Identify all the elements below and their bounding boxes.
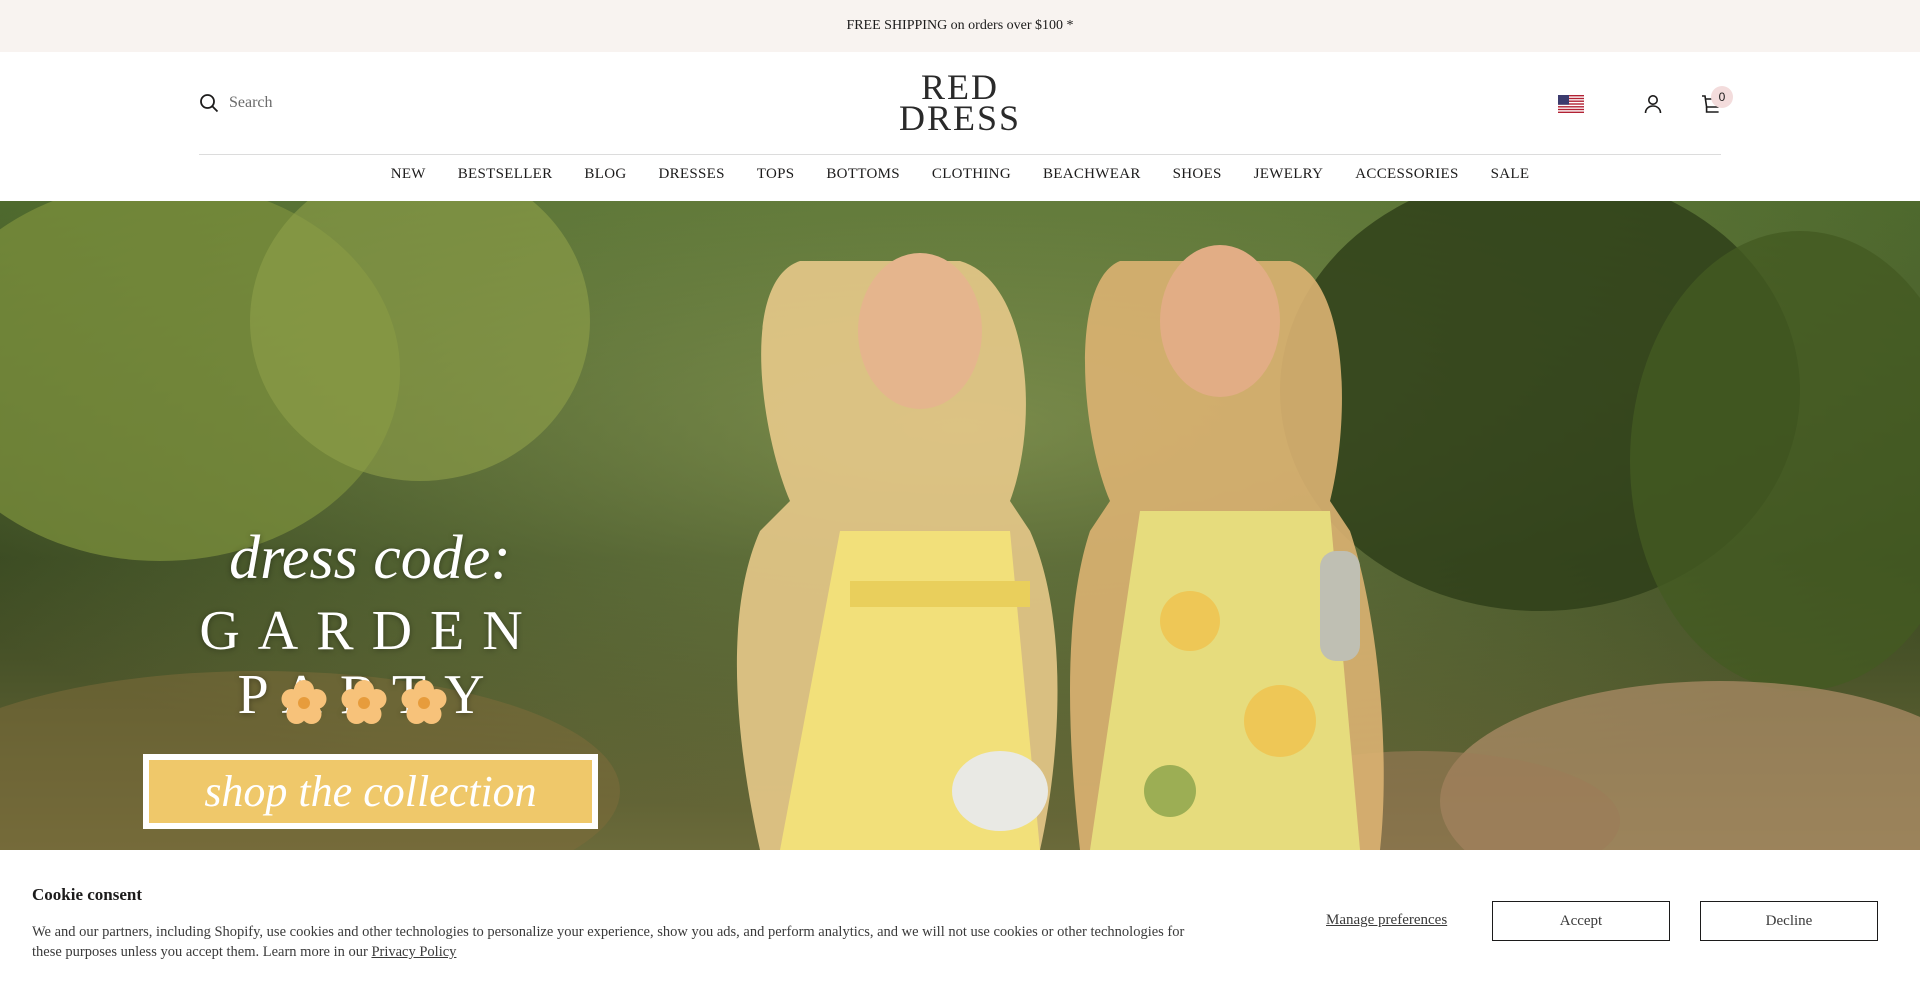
search-icon (200, 94, 219, 113)
decline-button[interactable]: Decline (1700, 901, 1878, 941)
announcement-bar: FREE SHIPPING on orders over $100 * (0, 0, 1920, 52)
flower-icon (341, 680, 387, 724)
account-button[interactable] (1643, 90, 1663, 118)
site-logo[interactable]: RED DRESS (880, 69, 1040, 138)
main-nav: NEW BESTSELLER BLOG DRESSES TOPS BOTTOMS… (0, 166, 1920, 190)
nav-item-bestseller[interactable]: BESTSELLER (458, 166, 553, 190)
cookie-consent-banner: Cookie consent We and our partners, incl… (0, 850, 1920, 993)
us-flag-icon (1558, 95, 1584, 113)
nav-item-new[interactable]: NEW (391, 166, 426, 190)
cookie-body: We and our partners, including Shopify, … (32, 922, 1212, 962)
nav-item-beachwear[interactable]: BEACHWEAR (1043, 166, 1141, 190)
header-divider (199, 154, 1721, 155)
search-trigger[interactable]: Search (199, 91, 273, 115)
nav-item-clothing[interactable]: CLOTHING (932, 166, 1011, 190)
cart-count-badge: 0 (1711, 86, 1733, 108)
hero-banner[interactable]: dress code: GARDEN PARTY shop the collec… (0, 201, 1920, 850)
account-icon (1644, 95, 1662, 114)
nav-item-blog[interactable]: BLOG (584, 166, 626, 190)
nav-item-accessories[interactable]: ACCESSORIES (1355, 166, 1458, 190)
search-label: Search (229, 94, 273, 111)
hero-script-text: dress code: (229, 524, 511, 592)
nav-item-dresses[interactable]: DRESSES (658, 166, 724, 190)
cookie-title: Cookie consent (32, 885, 143, 904)
site-header: Search RED DRESS 0 NEW BESTSELLER BLOG D… (0, 52, 1920, 201)
privacy-policy-link[interactable]: Privacy Policy (371, 944, 456, 960)
flower-icon (281, 680, 327, 724)
nav-item-shoes[interactable]: SHOES (1173, 166, 1222, 190)
manage-preferences-link[interactable]: Manage preferences (1326, 912, 1447, 929)
accept-button[interactable]: Accept (1492, 901, 1670, 941)
flower-icon (401, 680, 447, 724)
nav-item-jewelry[interactable]: JEWELRY (1254, 166, 1324, 190)
nav-item-tops[interactable]: TOPS (757, 166, 795, 190)
logo-line-2: DRESS (898, 98, 1022, 138)
country-selector[interactable] (1557, 90, 1585, 118)
hero-flowers (280, 679, 448, 727)
nav-item-bottoms[interactable]: BOTTOMS (826, 166, 900, 190)
announcement-text: FREE SHIPPING on orders over $100 * (846, 18, 1074, 33)
cookie-body-text: We and our partners, including Shopify, … (32, 924, 1185, 960)
nav-item-sale[interactable]: SALE (1491, 166, 1530, 190)
shop-collection-button[interactable]: shop the collection (143, 754, 598, 829)
